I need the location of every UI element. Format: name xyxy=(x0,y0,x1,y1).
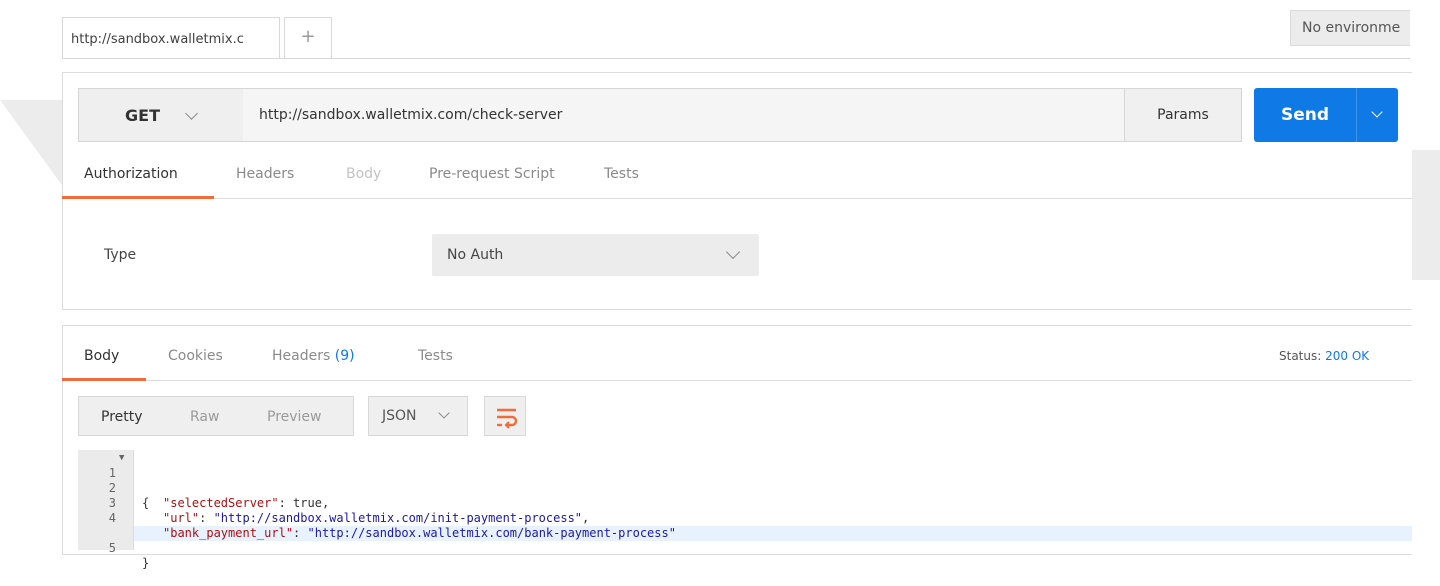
url-input[interactable]: http://sandbox.walletmix.com/check-serve… xyxy=(243,88,1125,142)
chevron-down-icon xyxy=(1371,106,1383,118)
format-value: JSON xyxy=(382,408,417,424)
fold-arrow-icon[interactable]: ▼ xyxy=(119,451,124,466)
code-line: 2 "selectedServer": true, xyxy=(78,466,1412,510)
auth-type-select[interactable]: No Auth xyxy=(432,234,759,276)
request-tab[interactable]: http://sandbox.walletmix.c xyxy=(62,17,280,59)
method-label: GET xyxy=(125,106,160,125)
headers-count-badge: (9) xyxy=(334,348,355,364)
method-selector[interactable]: GET xyxy=(78,88,244,142)
code-line: 4 "bank_payment_url": "http://sandbox.wa… xyxy=(78,496,1412,540)
line-number: 4 xyxy=(108,511,116,525)
response-headers-label: Headers xyxy=(272,348,331,364)
tab-headers[interactable]: Headers xyxy=(236,166,294,182)
tab-pre-request-script[interactable]: Pre-request Script xyxy=(429,166,555,182)
code-line: 5 } xyxy=(78,526,1412,570)
code-line: 3 "url": "http://sandbox.walletmix.com/i… xyxy=(78,481,1412,525)
active-tab-indicator xyxy=(62,196,214,199)
chevron-down-icon xyxy=(725,244,741,260)
environment-label: No environme xyxy=(1302,20,1401,36)
wrap-lines-button[interactable] xyxy=(484,396,526,436)
chevron-down-icon xyxy=(185,107,198,120)
send-label: Send xyxy=(1280,105,1330,125)
status-label: Status: xyxy=(1279,349,1322,363)
send-options-button[interactable] xyxy=(1356,88,1398,142)
tab-tests[interactable]: Tests xyxy=(604,166,639,182)
plus-icon: + xyxy=(300,26,316,47)
tab-strip-divider xyxy=(62,58,1410,59)
view-mode-preview[interactable]: Preview xyxy=(267,409,322,425)
auth-type-value: No Auth xyxy=(447,247,504,263)
response-body-editor[interactable]: 1 ▼ { 2 "selectedServer": true, 3 "url":… xyxy=(78,450,1412,570)
response-tabs-divider xyxy=(62,380,1412,381)
code-text: } xyxy=(142,556,150,570)
view-mode-raw[interactable]: Raw xyxy=(190,409,219,425)
request-subtabs-divider xyxy=(62,198,1412,199)
code-line: 1 ▼ { xyxy=(78,451,1412,510)
status-badge: Status: 200 OK xyxy=(1279,349,1369,363)
chevron-down-icon xyxy=(438,407,450,419)
view-mode-group: Pretty Raw Preview xyxy=(78,396,354,436)
status-value: 200 OK xyxy=(1325,349,1370,363)
active-response-tab-indicator xyxy=(62,378,146,381)
request-tab-title: http://sandbox.walletmix.c xyxy=(71,32,244,47)
background-shape-right xyxy=(1410,150,1440,280)
send-button[interactable]: Send xyxy=(1254,88,1356,142)
format-select[interactable]: JSON xyxy=(368,396,468,436)
environment-selector[interactable]: No environme xyxy=(1290,10,1410,46)
response-tab-headers[interactable]: Headers (9) xyxy=(272,348,355,364)
new-tab-button[interactable]: + xyxy=(284,17,332,59)
line-number: 5 xyxy=(108,541,116,555)
response-tab-cookies[interactable]: Cookies xyxy=(168,348,223,364)
params-button[interactable]: Params xyxy=(1124,88,1242,142)
code-text: "url": "http://sandbox.walletmix.com/ini… xyxy=(163,511,590,525)
tab-body[interactable]: Body xyxy=(346,166,381,182)
response-tab-body[interactable]: Body xyxy=(84,348,119,364)
params-label: Params xyxy=(1157,107,1209,123)
wrap-lines-icon xyxy=(497,408,518,429)
response-tab-tests[interactable]: Tests xyxy=(418,348,453,364)
view-mode-pretty[interactable]: Pretty xyxy=(101,409,143,425)
url-value: http://sandbox.walletmix.com/check-serve… xyxy=(259,107,563,123)
auth-type-label: Type xyxy=(104,247,137,263)
tab-authorization[interactable]: Authorization xyxy=(84,166,178,182)
